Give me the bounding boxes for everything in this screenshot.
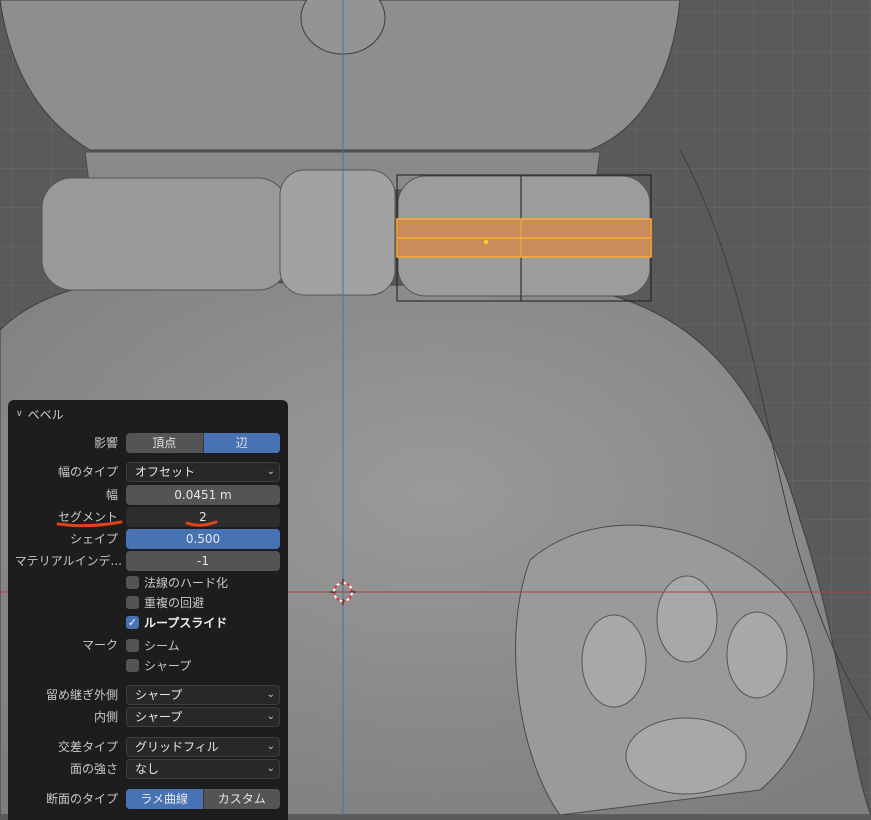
segments-field[interactable]: 2 (126, 507, 280, 527)
affect-toggle: 頂点 辺 (126, 433, 280, 453)
miter-inner-value: シャープ (135, 710, 183, 724)
harden-normals-checkbox[interactable]: 法線のハード化 (126, 573, 228, 591)
face-strength-label: 面の強さ (69, 762, 118, 776)
chevron-down-icon: ⌄ (266, 689, 275, 700)
chevron-down-icon: ∨ (16, 409, 23, 419)
affect-row: 影響 頂点 辺 (8, 433, 288, 453)
width-type-label: 幅のタイプ (57, 465, 118, 479)
face-strength-dropdown[interactable]: なし ⌄ (126, 759, 280, 779)
checkbox-icon (126, 575, 139, 589)
harden-normals-label: 法線のハード化 (144, 575, 229, 590)
head-mesh (0, 0, 681, 151)
chevron-down-icon: ⌄ (266, 711, 275, 722)
loop-slide-checkbox[interactable]: ✓ ループスライド (126, 613, 227, 631)
mark-seam-checkbox[interactable]: シーム (126, 636, 180, 654)
shape-row: シェイプ 0.500 (8, 529, 288, 549)
affect-label: 影響 (93, 436, 118, 450)
material-index-field[interactable]: -1 (126, 551, 280, 571)
miter-outer-value: シャープ (135, 688, 183, 702)
material-index-label: マテリアルインデ... (14, 554, 122, 568)
loop-slide-label: ループスライド (144, 615, 228, 630)
affect-edges-option[interactable]: 辺 (202, 433, 280, 453)
mark-seam-label: シーム (144, 638, 180, 653)
chevron-down-icon: ⌄ (266, 466, 275, 477)
checkbox-icon (126, 595, 139, 609)
bevel-operator-panel: ∨ ベベル 影響 頂点 辺 幅のタイプ オフセット ⌄ 幅 0.0451 m セ… (8, 400, 288, 820)
width-label: 幅 (105, 488, 118, 502)
segments-label: セグメント (57, 510, 118, 524)
width-type-dropdown[interactable]: オフセット ⌄ (126, 462, 280, 482)
affect-vertices-option[interactable]: 頂点 (126, 433, 203, 453)
clamp-overlap-checkbox[interactable]: 重複の回避 (126, 593, 204, 611)
face-strength-value: なし (135, 762, 160, 776)
width-field[interactable]: 0.0451 m (126, 485, 280, 505)
mark-label: マーク (81, 638, 118, 652)
mark-sharp-label: シャープ (144, 658, 192, 673)
intersection-type-dropdown[interactable]: グリッドフィル ⌄ (126, 737, 280, 757)
profile-custom-option[interactable]: カスタム (202, 789, 281, 809)
intersection-type-row: 交差タイプ グリッドフィル ⌄ (8, 737, 288, 757)
face-strength-row: 面の強さ なし ⌄ (8, 759, 288, 779)
miter-inner-dropdown[interactable]: シャープ ⌄ (126, 707, 280, 727)
width-type-value: オフセット (135, 465, 196, 479)
checkmark-icon: ✓ (126, 615, 139, 629)
chevron-down-icon: ⌄ (266, 763, 275, 774)
intersection-type-value: グリッドフィル (135, 740, 219, 754)
chevron-down-icon: ⌄ (266, 741, 275, 752)
profile-type-toggle: ラメ曲線 カスタム (126, 789, 280, 809)
panel-header[interactable]: ∨ ベベル (16, 405, 64, 423)
shape-label: シェイプ (69, 532, 118, 546)
width-type-row: 幅のタイプ オフセット ⌄ (8, 462, 288, 482)
shape-slider[interactable]: 0.500 (126, 529, 280, 549)
panel-title: ベベル (27, 407, 64, 422)
segments-row: セグメント 2 (8, 507, 288, 527)
mark-sharp-checkbox[interactable]: シャープ (126, 656, 191, 674)
miter-inner-row: 内側 シャープ ⌄ (8, 707, 288, 727)
checkbox-icon (126, 658, 139, 672)
miter-outer-label: 留め継ぎ外側 (45, 688, 118, 702)
width-row: 幅 0.0451 m (8, 485, 288, 505)
material-index-row: マテリアルインデ... -1 (8, 551, 288, 571)
clamp-overlap-label: 重複の回避 (144, 595, 205, 610)
miter-outer-dropdown[interactable]: シャープ ⌄ (126, 685, 280, 705)
profile-type-label: 断面のタイプ (45, 792, 118, 806)
profile-type-row: 断面のタイプ ラメ曲線 カスタム (8, 789, 288, 809)
intersection-type-label: 交差タイプ (57, 740, 118, 754)
miter-outer-row: 留め継ぎ外側 シャープ ⌄ (8, 685, 288, 705)
miter-inner-label: 内側 (93, 710, 118, 724)
profile-superellipse-option[interactable]: ラメ曲線 (126, 789, 203, 809)
checkbox-icon (126, 638, 139, 652)
